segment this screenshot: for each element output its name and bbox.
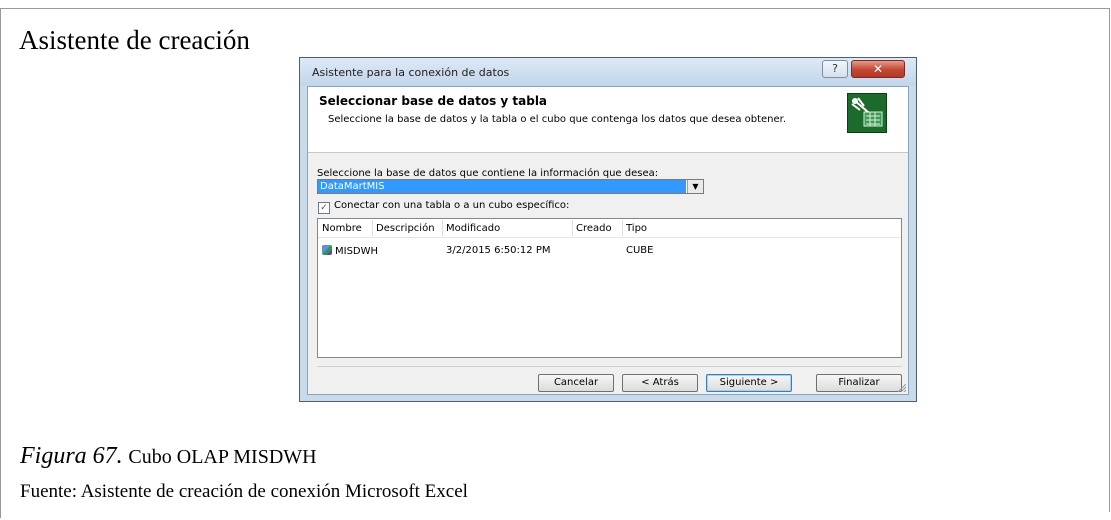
data-connection-dialog: Asistente para la conexión de datos ? ✕ … <box>299 57 917 402</box>
column-separator <box>572 220 573 236</box>
next-button[interactable]: Siguiente > <box>706 374 792 392</box>
figure-title: Cubo OLAP MISDWH <box>128 446 317 468</box>
figure-number: Figura 67. <box>20 443 123 469</box>
column-header-description[interactable]: Descripción <box>376 223 435 234</box>
cube-name: MISDWH <box>335 246 379 257</box>
finish-button[interactable]: Finalizar <box>816 374 902 392</box>
checkbox-checked-icon[interactable]: ✓ <box>318 202 330 214</box>
dialog-client-area: Seleccionar base de datos y tabla Selecc… <box>307 86 909 395</box>
cube-icon <box>322 245 332 255</box>
database-label: Seleccione la base de datos que contiene… <box>317 168 659 179</box>
figure-frame-edge <box>1109 8 1110 512</box>
close-button[interactable]: ✕ <box>851 60 905 78</box>
cell-name[interactable]: MISDWH <box>322 245 378 257</box>
chevron-down-icon[interactable]: ▼ <box>687 180 703 193</box>
wizard-header: Seleccionar base de datos y tabla Selecc… <box>308 87 908 153</box>
cell-type: CUBE <box>626 245 654 256</box>
cancel-button[interactable]: Cancelar <box>538 374 614 392</box>
footer-divider <box>317 366 902 367</box>
database-selected-value[interactable]: DataMartMIS <box>318 180 686 193</box>
cube-table: Nombre Descripción Modificado Creado Tip… <box>317 218 902 358</box>
dialog-title: Asistente para la conexión de datos <box>312 66 510 79</box>
figure-source: Fuente: Asistente de creación de conexió… <box>20 481 468 502</box>
column-separator <box>442 220 443 236</box>
step-description: Seleccione la base de datos y la tabla o… <box>328 114 787 125</box>
column-header-modified[interactable]: Modificado <box>446 223 500 234</box>
table-header: Nombre Descripción Modificado Creado Tip… <box>318 219 901 238</box>
database-select[interactable]: DataMartMIS ▼ <box>317 179 704 194</box>
column-separator <box>372 220 373 236</box>
back-button[interactable]: < Atrás <box>622 374 698 392</box>
column-header-created[interactable]: Creado <box>576 223 612 234</box>
dialog-titlebar[interactable]: Asistente para la conexión de datos ? ✕ <box>300 58 916 86</box>
column-header-name[interactable]: Nombre <box>322 223 362 234</box>
cell-modified: 3/2/2015 6:50:12 PM <box>446 245 551 256</box>
help-button[interactable]: ? <box>822 60 848 78</box>
connect-checkbox-label: Conectar con una tabla o a un cubo espec… <box>334 200 570 211</box>
column-header-type[interactable]: Tipo <box>626 223 647 234</box>
column-separator <box>622 220 623 236</box>
figure-caption: Figura 67. Cubo OLAP MISDWH <box>20 443 317 470</box>
page-heading: Asistente de creación <box>19 25 250 55</box>
data-connection-wizard-icon <box>847 93 887 133</box>
resize-grip-icon[interactable] <box>898 384 906 392</box>
step-title: Seleccionar base de datos y tabla <box>319 94 548 108</box>
connect-to-cube-checkbox[interactable]: ✓ Conectar con una tabla o a un cubo espe… <box>318 200 569 214</box>
